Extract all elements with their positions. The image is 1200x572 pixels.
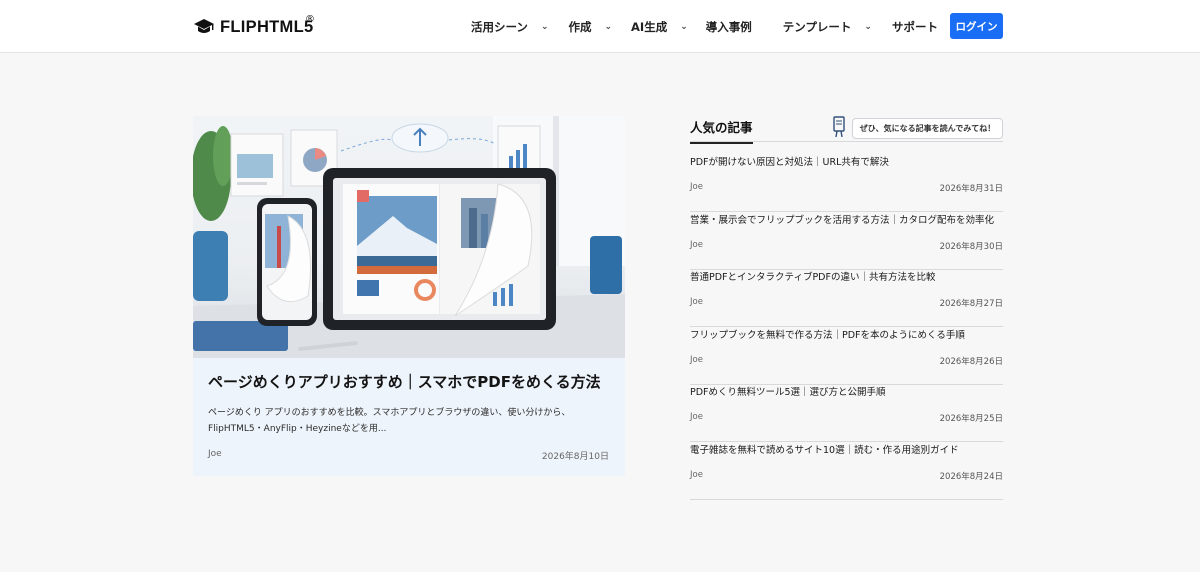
graduation-cap-icon <box>194 19 214 33</box>
nav-item-usecases[interactable]: 活用シーン ⌄ <box>471 0 548 53</box>
featured-article-card[interactable]: ページめくりアプリおすすめ｜スマホでPDFをめくる方法 ページめくり アプリのお… <box>193 116 625 476</box>
popular-article-author: Joe <box>690 355 703 365</box>
popular-article-date: 2026年8月24日 <box>939 472 1003 482</box>
popular-article-item[interactable]: 営業・展示会でフリップブックを活用する方法｜カタログ配布を効率化 Joe 202… <box>690 212 1003 270</box>
nav-label: 活用シーン <box>471 19 528 34</box>
speech-bubble: ぜひ、気になる記事を読んでみてね！ <box>852 118 1003 139</box>
mascot-icon <box>833 116 845 138</box>
popular-article-item[interactable]: PDFが開けない原因と対処法｜URL共有で解決 Joe 2026年8月31日 <box>690 154 1003 212</box>
popular-article-author: Joe <box>690 240 703 250</box>
flipbook-devices-illustration <box>193 116 625 358</box>
popular-article-author: Joe <box>690 470 703 480</box>
nav-item-ai[interactable]: AI生成 ⌄ <box>631 0 688 53</box>
chevron-down-icon: ⌄ <box>680 21 688 32</box>
registered-mark: ® <box>305 14 315 25</box>
main-nav: 活用シーン ⌄ 作成 ⌄ AI生成 ⌄ 導入事例 テンプレート ⌄ サポート ⌄ <box>471 0 959 53</box>
popular-article-item[interactable]: PDFめくり無料ツール5選｜選び方と公開手順 Joe 2026年8月25日 <box>690 384 1003 442</box>
nav-label: サポート <box>891 19 938 34</box>
logo-text: FLIPHTML5 <box>220 17 314 36</box>
tablet-device <box>323 168 556 330</box>
nav-item-create[interactable]: 作成 ⌄ <box>568 0 612 53</box>
popular-articles-title: 人気の記事 <box>690 117 753 144</box>
site-header: FLIPHTML5 ® 活用シーン ⌄ 作成 ⌄ AI生成 ⌄ 導入事例 テンプ… <box>0 0 1200 53</box>
popular-articles-header: 人気の記事 ぜひ、気になる記事を読んでみてね！ <box>690 115 1003 144</box>
nav-item-cases[interactable]: 導入事例 <box>706 0 752 53</box>
featured-article-title[interactable]: ページめくりアプリおすすめ｜スマホでPDFをめくる方法 <box>208 371 618 392</box>
login-button[interactable]: ログイン <box>950 13 1003 39</box>
featured-article-excerpt: ページめくり アプリのおすすめを比較。スマホアプリとブラウザの違い、使い分けから… <box>208 405 608 437</box>
popular-article-title[interactable]: 電子雑誌を無料で読めるサイト10選｜読む・作る用途別ガイド <box>690 442 959 456</box>
chevron-down-icon: ⌄ <box>604 21 613 32</box>
popular-article-date: 2026年8月30日 <box>939 242 1003 252</box>
popular-article-date: 2026年8月27日 <box>939 299 1003 309</box>
cloud-upload-icon <box>391 123 449 153</box>
nav-label: 作成 <box>568 19 592 34</box>
nav-item-support[interactable]: サポート ⌄ <box>892 0 959 53</box>
popular-article-author: Joe <box>690 182 703 192</box>
popular-article-title[interactable]: フリップブックを無料で作る方法｜PDFを本のようにめくる手順 <box>690 327 965 341</box>
featured-hero-image[interactable] <box>193 116 625 358</box>
popular-article-title[interactable]: 営業・展示会でフリップブックを活用する方法｜カタログ配布を効率化 <box>690 212 994 226</box>
phone-device <box>257 198 317 326</box>
popular-article-author: Joe <box>690 412 703 422</box>
popular-article-item[interactable]: 普通PDFとインタラクティブPDFの違い｜共有方法を比較 Joe 2026年8月… <box>690 269 1003 327</box>
popular-article-item[interactable]: フリップブックを無料で作る方法｜PDFを本のようにめくる手順 Joe 2026年… <box>690 327 1003 385</box>
popular-article-date: 2026年8月25日 <box>939 414 1003 424</box>
floating-document-left <box>230 133 284 197</box>
nav-label: AI生成 <box>631 19 668 34</box>
excerpt-line: ページめくり アプリのおすすめを比較。スマホアプリとブラウザの違い、使い分けから… <box>208 408 571 418</box>
popular-article-title[interactable]: PDFめくり無料ツール5選｜選び方と公開手順 <box>690 384 886 398</box>
popular-article-date: 2026年8月26日 <box>939 357 1003 367</box>
logo[interactable]: FLIPHTML5 ® <box>193 14 315 38</box>
featured-article-date: 2026年8月10日 <box>541 452 609 462</box>
popular-article-date: 2026年8月31日 <box>939 184 1003 194</box>
excerpt-line: FlipHTML5・AnyFlip・Heyzineなどを用... <box>208 424 387 434</box>
nav-label: テンプレート <box>782 19 852 34</box>
popular-article-title[interactable]: 普通PDFとインタラクティブPDFの違い｜共有方法を比較 <box>690 269 935 283</box>
nav-item-templates[interactable]: テンプレート ⌄ <box>783 0 872 53</box>
popular-articles: 人気の記事 ぜひ、気になる記事を読んでみてね！ PDFが開けない原因と対処法｜U… <box>690 115 1003 500</box>
popular-article-author: Joe <box>690 297 703 307</box>
featured-article-author: Joe <box>208 449 222 459</box>
popular-article-item[interactable]: 電子雑誌を無料で読めるサイト10選｜読む・作る用途別ガイド Joe 2026年8… <box>690 442 1003 500</box>
chevron-down-icon: ⌄ <box>864 21 872 32</box>
chevron-down-icon: ⌄ <box>540 21 549 32</box>
popular-article-title[interactable]: PDFが開けない原因と対処法｜URL共有で解決 <box>690 154 889 168</box>
nav-label: 導入事例 <box>705 19 752 34</box>
